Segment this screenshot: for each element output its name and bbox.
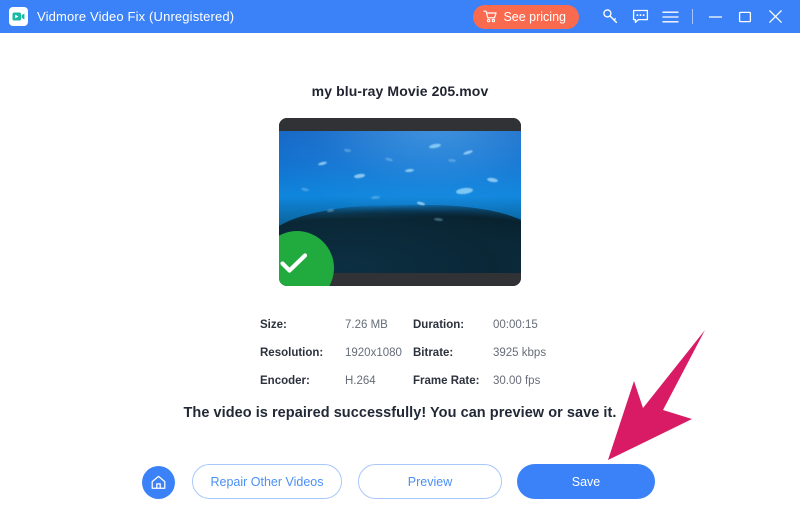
metadata-label-duration: Duration: — [413, 319, 493, 331]
video-camera-icon — [12, 11, 25, 22]
save-label: Save — [572, 475, 601, 489]
metadata-value-encoder: H.264 — [345, 375, 413, 387]
metadata-value-resolution: 1920x1080 — [345, 347, 413, 359]
hamburger-menu-icon[interactable] — [657, 4, 683, 30]
maximize-icon[interactable] — [732, 4, 758, 30]
key-icon[interactable] — [597, 4, 623, 30]
speech-bubble-icon[interactable] — [627, 4, 653, 30]
success-message: The video is repaired successfully! You … — [0, 405, 800, 421]
letterbox-top — [279, 118, 521, 131]
see-pricing-button[interactable]: See pricing — [473, 5, 579, 29]
video-preview[interactable] — [279, 118, 521, 286]
metadata-label-framerate: Frame Rate: — [413, 375, 493, 387]
repair-other-videos-label: Repair Other Videos — [210, 475, 323, 489]
close-icon[interactable] — [762, 4, 788, 30]
metadata-label-bitrate: Bitrate: — [413, 347, 493, 359]
see-pricing-label: See pricing — [503, 10, 566, 24]
app-logo — [9, 7, 28, 26]
titlebar-divider — [692, 9, 693, 24]
minimize-icon[interactable] — [702, 4, 728, 30]
repair-other-videos-button[interactable]: Repair Other Videos — [192, 464, 342, 499]
titlebar: Vidmore Video Fix (Unregistered) See pri… — [0, 0, 800, 33]
metadata-row: Resolution: 1920x1080 Bitrate: 3925 kbps — [260, 339, 560, 367]
preview-button[interactable]: Preview — [358, 464, 502, 499]
shopping-cart-icon — [483, 10, 497, 23]
metadata-label-size: Size: — [260, 319, 345, 331]
metadata-value-duration: 00:00:15 — [493, 319, 563, 331]
metadata-label-encoder: Encoder: — [260, 375, 345, 387]
app-title: Vidmore Video Fix (Unregistered) — [37, 9, 234, 24]
fish — [434, 217, 443, 221]
home-icon — [150, 474, 167, 491]
metadata-value-bitrate: 3925 kbps — [493, 347, 563, 359]
metadata-value-size: 7.26 MB — [345, 319, 413, 331]
save-button[interactable]: Save — [517, 464, 655, 499]
footer-actions: Repair Other Videos Preview Save — [0, 458, 800, 518]
metadata-value-framerate: 30.00 fps — [493, 375, 563, 387]
metadata-row: Size: 7.26 MB Duration: 00:00:15 — [260, 311, 560, 339]
water-light — [279, 131, 521, 216]
metadata-label-resolution: Resolution: — [260, 347, 345, 359]
home-button[interactable] — [142, 466, 175, 499]
file-title: my blu-ray Movie 205.mov — [0, 83, 800, 99]
preview-label: Preview — [408, 475, 452, 489]
metadata-row: Encoder: H.264 Frame Rate: 30.00 fps — [260, 367, 560, 395]
main-content: my blu-ray Movie 205.mov — [0, 33, 800, 518]
metadata-table: Size: 7.26 MB Duration: 00:00:15 Resolut… — [260, 311, 560, 395]
